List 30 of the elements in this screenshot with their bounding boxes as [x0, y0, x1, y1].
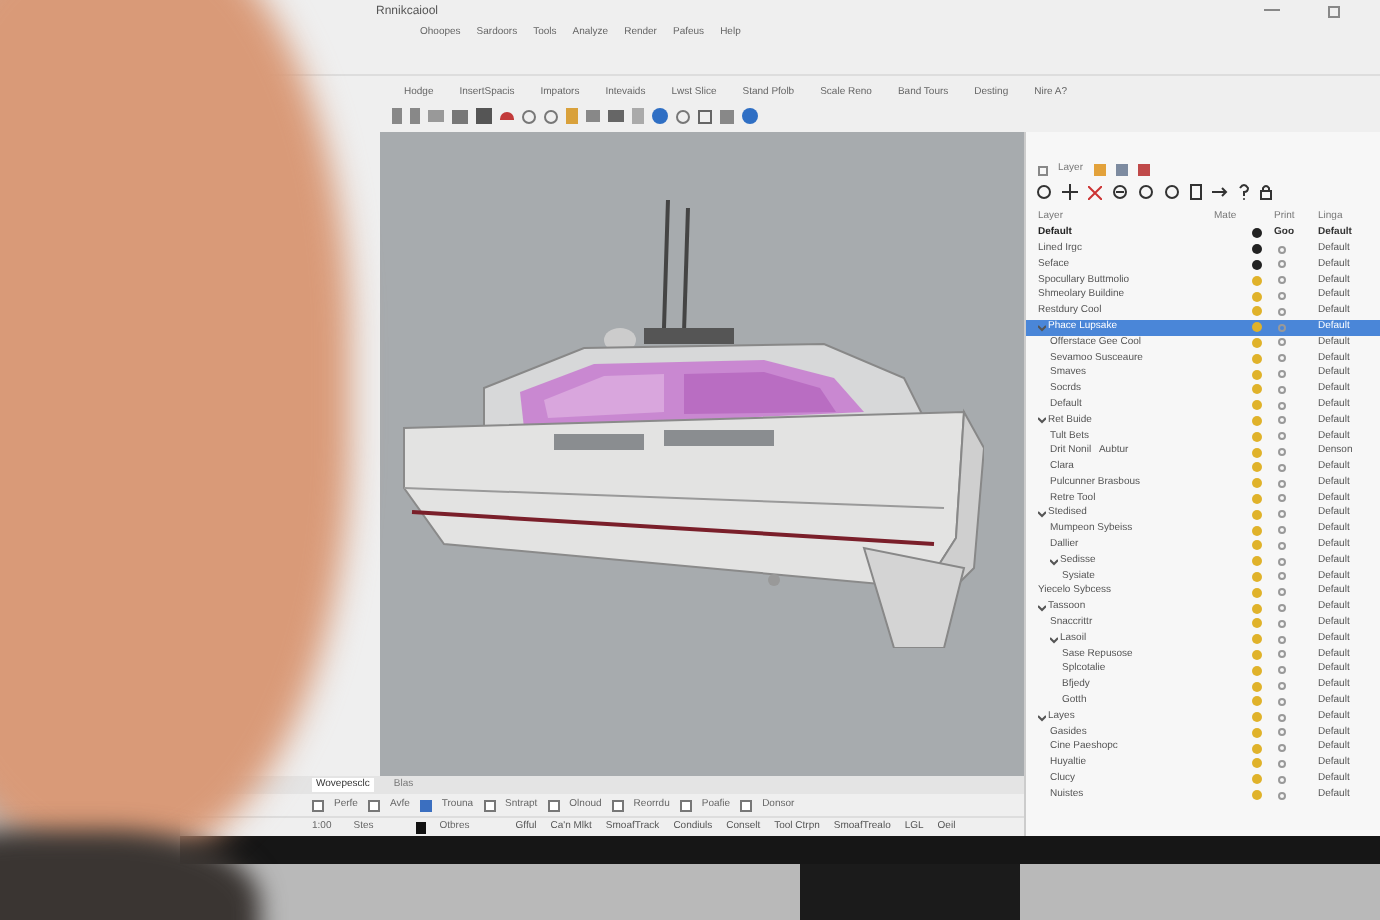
arch-icon[interactable] — [500, 112, 514, 120]
caret-icon[interactable] — [1050, 557, 1058, 566]
checkbox[interactable] — [312, 799, 324, 811]
caret-icon[interactable] — [1050, 635, 1058, 644]
checkbox[interactable] — [367, 799, 380, 811]
checkbox[interactable] — [419, 799, 432, 811]
caret-icon[interactable] — [1038, 510, 1046, 519]
caret-icon[interactable] — [1038, 604, 1046, 613]
maximize-icon[interactable] — [1328, 6, 1340, 18]
viewport[interactable] — [380, 132, 1024, 776]
circle-icon[interactable] — [1036, 184, 1052, 200]
arrow-icon[interactable] — [1212, 186, 1228, 198]
filter-icon[interactable] — [1112, 184, 1128, 200]
delete-icon[interactable] — [1088, 185, 1102, 199]
checkbox[interactable] — [547, 799, 560, 811]
padlock-icon[interactable] — [1260, 184, 1272, 200]
checkbox[interactable] — [679, 799, 692, 811]
circle-icon[interactable] — [1138, 184, 1154, 200]
caret-icon[interactable] — [1038, 713, 1046, 722]
layers-checkbox-icon[interactable] — [1038, 165, 1048, 175]
layer-swatch-icon — [415, 821, 426, 833]
checkbox[interactable] — [740, 799, 753, 811]
plus-icon[interactable] — [1062, 184, 1078, 200]
help-icon[interactable] — [1238, 184, 1250, 200]
frame-icon[interactable] — [698, 109, 712, 123]
checkbox[interactable] — [483, 799, 496, 811]
caret-icon[interactable] — [1038, 416, 1046, 425]
circle-icon[interactable] — [1164, 184, 1180, 200]
minimize-icon[interactable] — [1264, 6, 1280, 14]
checkbox[interactable] — [611, 799, 624, 811]
